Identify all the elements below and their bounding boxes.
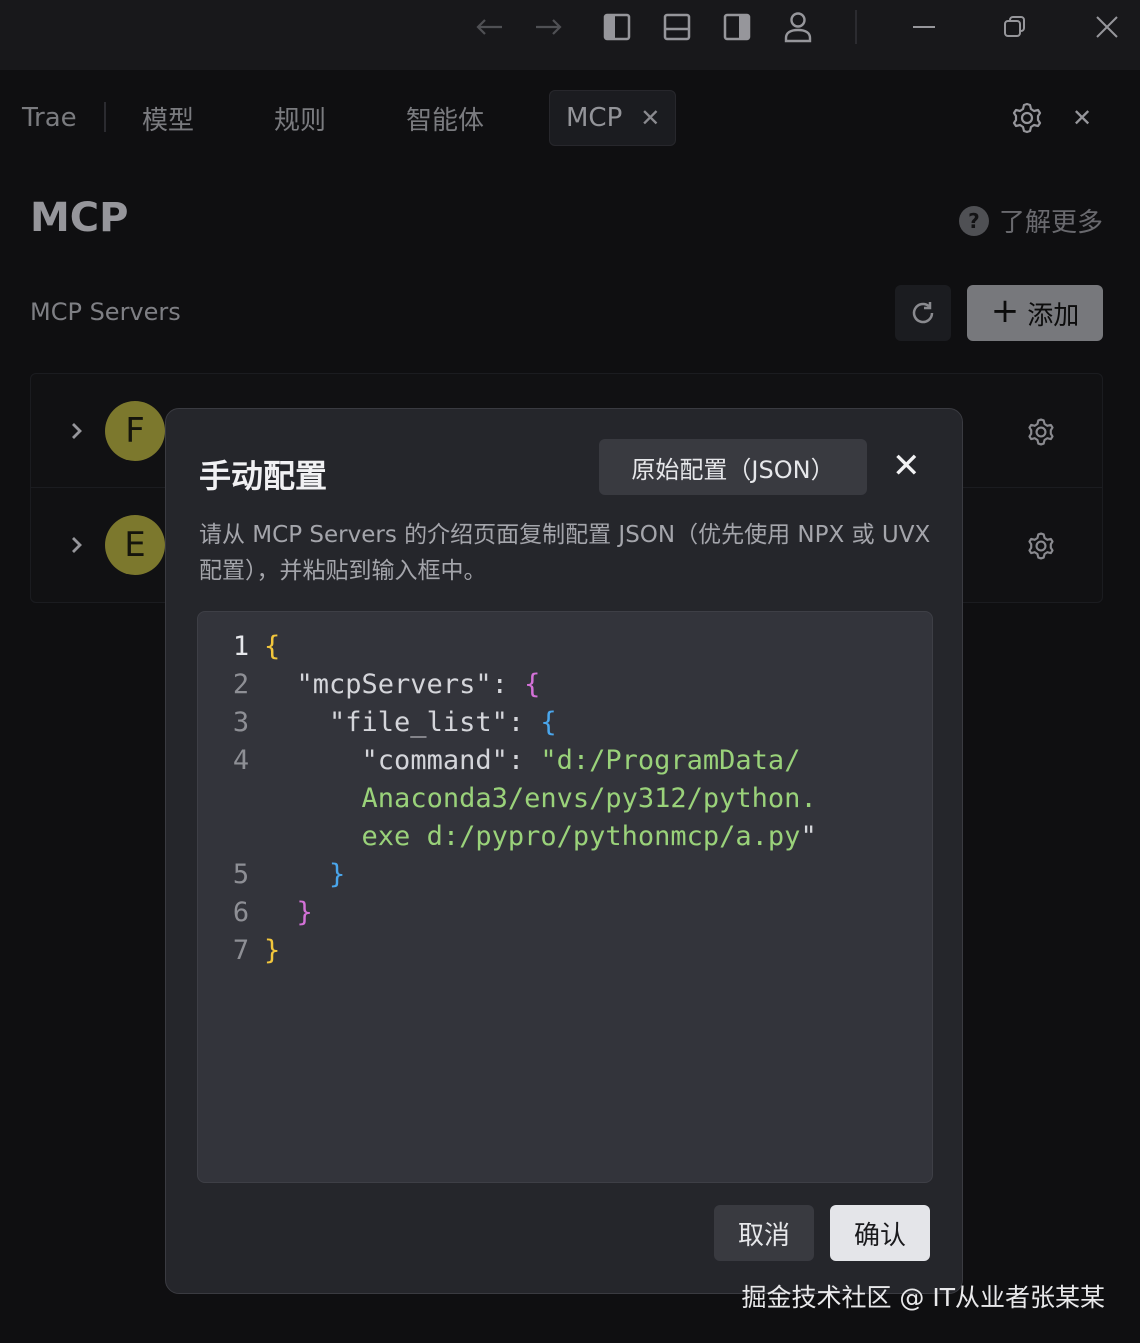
brace: { xyxy=(264,631,281,662)
confirm-button[interactable]: 确认 xyxy=(830,1205,930,1261)
brace: } xyxy=(329,859,346,890)
line-number: 6 xyxy=(232,897,250,928)
code-content: 1 { 2 "mcpServers": { 3 "file_list": { 4… xyxy=(198,628,817,970)
json-key: "mcpServers": xyxy=(296,669,525,700)
code-line: 6 } xyxy=(198,894,817,932)
json-string: exe d:/pypro/pythonmcp/a.py xyxy=(361,821,801,852)
manual-config-dialog: 手动配置 原始配置（JSON） ✕ 请从 MCP Servers 的介绍页面复制… xyxy=(165,408,963,1294)
json-editor[interactable]: 1 { 2 "mcpServers": { 3 "file_list": { 4… xyxy=(197,611,933,1183)
line-number xyxy=(198,780,264,818)
code-line: exe d:/pypro/pythonmcp/a.py" xyxy=(198,818,817,856)
brace: { xyxy=(524,669,541,700)
code-line: 1 { xyxy=(198,628,817,666)
raw-json-button[interactable]: 原始配置（JSON） xyxy=(599,439,867,495)
watermark: 掘金技术社区 @ IT从业者张某某 xyxy=(741,1283,1105,1312)
brace: } xyxy=(296,897,313,928)
code-line: 3 "file_list": { xyxy=(198,704,817,742)
code-line: Anaconda3/envs/py312/python. xyxy=(198,780,817,818)
line-number: 5 xyxy=(232,859,250,890)
line-number: 4 xyxy=(232,745,250,776)
json-key: "command": xyxy=(361,745,541,776)
json-quote: " xyxy=(800,821,817,852)
dialog-description: 请从 MCP Servers 的介绍页面复制配置 JSON（优先使用 NPX 或… xyxy=(199,522,931,584)
line-number: 1 xyxy=(232,631,250,662)
dialog-close-icon[interactable]: ✕ xyxy=(892,449,921,483)
line-number: 7 xyxy=(232,935,250,966)
cancel-button[interactable]: 取消 xyxy=(714,1205,814,1261)
code-line: 7 } xyxy=(198,932,817,970)
json-string: "d:/ProgramData/ xyxy=(540,745,801,776)
json-string: Anaconda3/envs/py312/python. xyxy=(361,783,817,814)
line-number: 2 xyxy=(232,669,250,700)
line-number: 3 xyxy=(232,707,250,738)
code-line: 5 } xyxy=(198,856,817,894)
brace: } xyxy=(264,935,281,966)
json-key: "file_list": xyxy=(329,707,541,738)
dialog-title: 手动配置 xyxy=(199,457,328,495)
code-line: 2 "mcpServers": { xyxy=(198,666,817,704)
code-line: 4 "command": "d:/ProgramData/ xyxy=(198,742,817,780)
brace: { xyxy=(540,707,557,738)
line-number xyxy=(198,818,264,856)
